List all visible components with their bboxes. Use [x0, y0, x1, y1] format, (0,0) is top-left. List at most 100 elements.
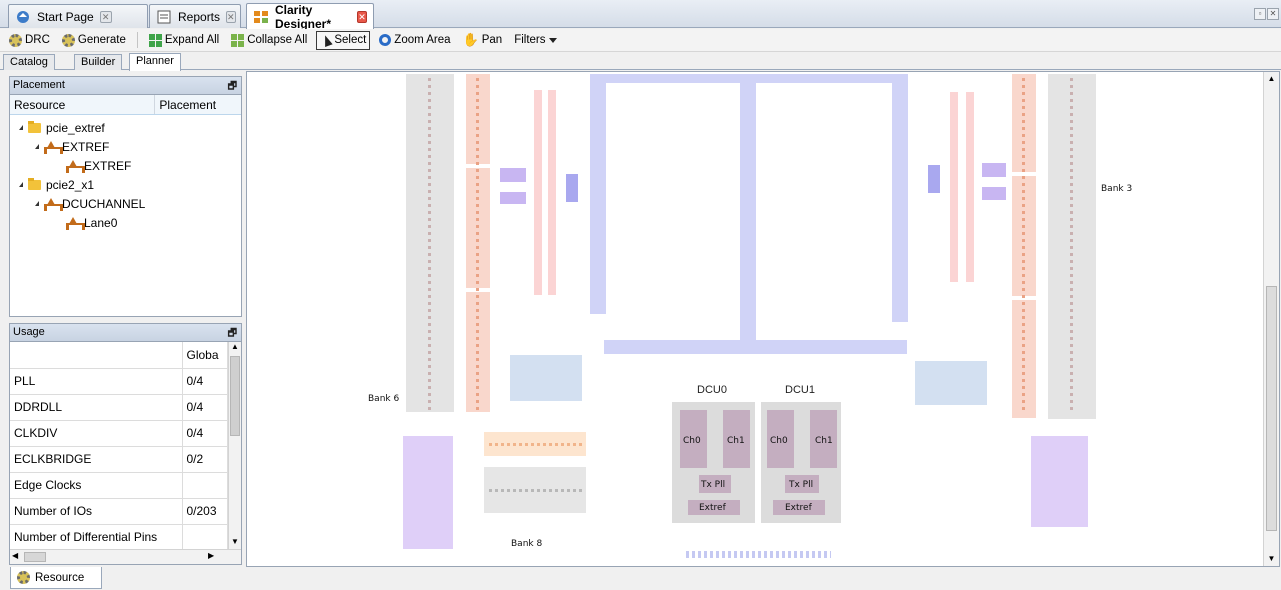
- tree-node-extref-leaf[interactable]: EXTREF: [10, 156, 241, 175]
- close-icon[interactable]: ✕: [357, 10, 367, 23]
- scrollbar-thumb[interactable]: [1266, 286, 1277, 531]
- scroll-up-icon[interactable]: ▲: [1264, 72, 1279, 86]
- close-icon[interactable]: ✕: [226, 10, 236, 23]
- horizontal-scrollbar[interactable]: ◀ ▶: [10, 549, 241, 564]
- pll-block[interactable]: [982, 163, 1006, 177]
- scrollbar-thumb[interactable]: [230, 356, 240, 436]
- io-pad: [1070, 337, 1073, 340]
- io-pad: [1022, 155, 1025, 158]
- io-pad: [525, 443, 528, 446]
- tree-node-pcie2-x1[interactable]: pcie2_x1: [10, 175, 241, 194]
- tab-reports[interactable]: Reports ✕: [149, 4, 241, 28]
- clock-line[interactable]: [548, 90, 556, 295]
- collapse-all-button[interactable]: Collapse All: [228, 31, 310, 50]
- io-pad: [1022, 372, 1025, 375]
- pll-block[interactable]: [982, 187, 1006, 200]
- clock-spine[interactable]: [590, 74, 606, 314]
- scroll-left-icon[interactable]: ◀: [12, 551, 18, 560]
- bank-8-label: Bank 8: [511, 539, 543, 549]
- bank-3-block[interactable]: [1031, 436, 1088, 527]
- io-pad: [428, 204, 431, 207]
- scroll-down-icon[interactable]: ▼: [1264, 552, 1279, 566]
- planner-canvas[interactable]: DCU0 Ch0 Ch1 Tx Pll Extref DCU1 Ch0 Ch1 …: [246, 71, 1280, 567]
- vertical-scrollbar[interactable]: ▲ ▼: [228, 342, 241, 549]
- clock-line[interactable]: [950, 92, 958, 282]
- bank-8-io-block[interactable]: [484, 467, 586, 513]
- tab-catalog[interactable]: Catalog: [3, 54, 55, 70]
- usage-value: [182, 472, 228, 499]
- io-pad: [428, 379, 431, 382]
- table-row[interactable]: Edge Clocks: [10, 472, 228, 499]
- float-icon[interactable]: 🗗: [228, 78, 237, 95]
- dll-block[interactable]: [928, 165, 940, 193]
- io-pad: [501, 443, 504, 446]
- table-row[interactable]: Number of IOs 0/203: [10, 498, 228, 525]
- zoom-area-button[interactable]: Zoom Area: [376, 31, 453, 50]
- io-block[interactable]: [1012, 176, 1036, 296]
- generate-button[interactable]: Generate: [59, 31, 129, 50]
- table-row[interactable]: PLL 0/4: [10, 368, 228, 395]
- bank-8-io-block[interactable]: [484, 432, 586, 456]
- tree-node-extref[interactable]: EXTREF: [10, 137, 241, 156]
- io-pad: [428, 386, 431, 389]
- io-pad: [1022, 183, 1025, 186]
- scroll-up-icon[interactable]: ▲: [229, 342, 241, 354]
- expand-arrow-icon[interactable]: [32, 201, 39, 206]
- io-pad: [476, 218, 479, 221]
- tree-node-pcie-extref[interactable]: pcie_extref: [10, 118, 241, 137]
- expand-arrow-icon[interactable]: [32, 144, 39, 149]
- io-pad: [428, 232, 431, 235]
- scrollbar-thumb[interactable]: [24, 552, 46, 562]
- io-pad: [428, 134, 431, 137]
- clock-spine[interactable]: [892, 74, 908, 322]
- tab-planner[interactable]: Planner: [129, 53, 181, 71]
- tree-node-lane0[interactable]: Lane0: [10, 213, 241, 232]
- blue-block[interactable]: [510, 355, 582, 401]
- expand-arrow-icon[interactable]: [16, 125, 23, 130]
- restore-icon[interactable]: ▫: [1254, 8, 1266, 20]
- scroll-down-icon[interactable]: ▼: [229, 537, 241, 549]
- io-pad: [476, 330, 479, 333]
- io-bank-6-column[interactable]: [406, 74, 454, 412]
- io-pad: [561, 489, 564, 492]
- column-placement[interactable]: Placement: [155, 95, 241, 114]
- close-window-icon[interactable]: ✕: [1267, 8, 1279, 20]
- tab-builder[interactable]: Builder: [74, 54, 123, 70]
- canvas-vertical-scrollbar[interactable]: ▲ ▼: [1263, 72, 1279, 566]
- clock-line[interactable]: [966, 92, 974, 282]
- dll-block[interactable]: [566, 174, 578, 202]
- table-row[interactable]: Number of Differential Pins: [10, 524, 228, 549]
- io-block[interactable]: [466, 168, 490, 288]
- clock-spine[interactable]: [740, 83, 756, 341]
- serdes-pins[interactable]: [686, 551, 831, 558]
- pll-block[interactable]: [500, 192, 526, 204]
- drc-button[interactable]: DRC: [6, 31, 53, 50]
- bank-6-block[interactable]: [403, 436, 453, 549]
- clock-spine[interactable]: [606, 74, 892, 83]
- blue-block[interactable]: [915, 361, 987, 405]
- filters-dropdown[interactable]: Filters: [511, 31, 559, 50]
- clock-line[interactable]: [534, 90, 542, 295]
- pan-button[interactable]: ✋ Pan: [460, 31, 506, 50]
- tab-clarity-designer[interactable]: Clarity Designer* ✕: [246, 3, 374, 31]
- tab-start-page[interactable]: Start Page ✕: [8, 4, 148, 28]
- io-pad: [1070, 218, 1073, 221]
- tab-resource[interactable]: Resource: [10, 567, 102, 589]
- io-pad: [1070, 372, 1073, 375]
- tree-node-dcuchannel[interactable]: DCUCHANNEL: [10, 194, 241, 213]
- table-row[interactable]: ECLKBRIDGE 0/2: [10, 446, 228, 473]
- table-header-global[interactable]: Globa: [182, 342, 228, 369]
- clock-spine[interactable]: [604, 340, 907, 354]
- io-pad: [513, 489, 516, 492]
- expand-arrow-icon[interactable]: [16, 182, 23, 187]
- table-row[interactable]: CLKDIV 0/4: [10, 420, 228, 447]
- table-row[interactable]: DDRDLL 0/4: [10, 394, 228, 421]
- close-icon[interactable]: ✕: [99, 10, 112, 23]
- scroll-right-icon[interactable]: ▶: [208, 551, 214, 560]
- float-icon[interactable]: 🗗: [228, 325, 237, 342]
- expand-all-button[interactable]: Expand All: [146, 31, 222, 50]
- pll-block[interactable]: [500, 168, 526, 182]
- io-pad: [476, 288, 479, 291]
- select-button[interactable]: Select: [316, 30, 371, 50]
- column-resource[interactable]: Resource: [10, 95, 156, 114]
